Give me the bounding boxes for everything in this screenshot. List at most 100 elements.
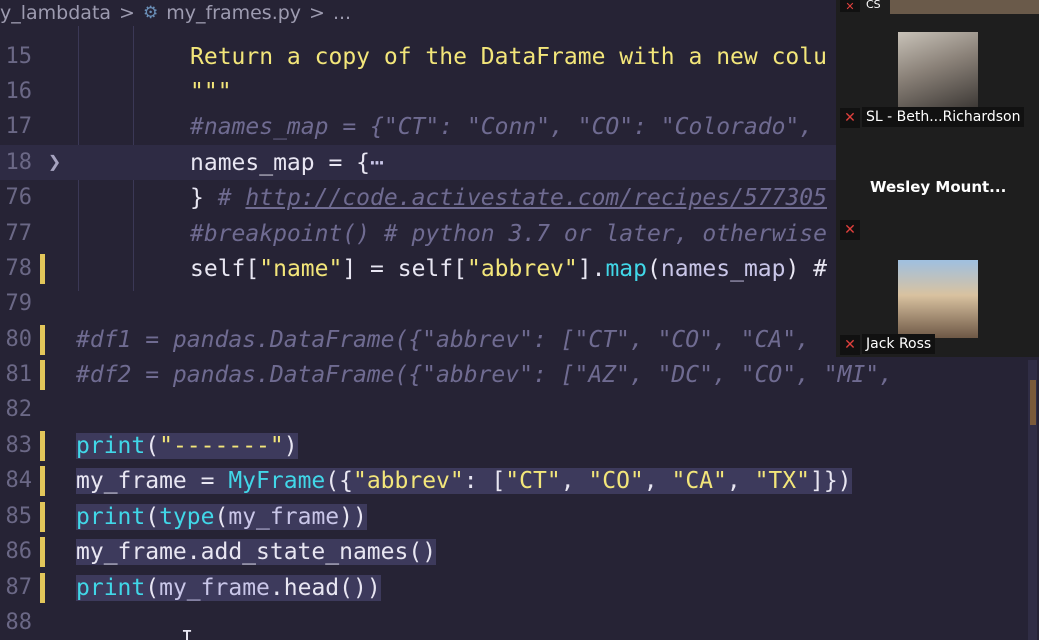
mic-muted-icon: ✕ <box>840 0 860 13</box>
code-token: , <box>726 467 755 494</box>
code-token: ( <box>214 503 229 530</box>
code-line[interactable]: 87 print(my_frame.head()) <box>0 570 1039 605</box>
code-token: head <box>283 574 340 601</box>
line-number: 88 <box>5 610 33 635</box>
code-token: type <box>159 503 215 530</box>
participant-name: SL - Beth...Richardson <box>862 107 1025 127</box>
code-token: ] = self[ <box>342 255 467 282</box>
code-token: ( <box>145 503 160 530</box>
code-token: ]}) <box>809 467 852 494</box>
code-line[interactable]: 88 <box>0 605 1039 640</box>
code-token: my_frame <box>159 574 270 601</box>
mic-muted-icon: ✕ <box>840 335 860 355</box>
code-text: """ <box>190 78 232 105</box>
code-token: , <box>643 467 672 494</box>
line-number: 87 <box>5 575 33 600</box>
mic-muted-icon: ✕ <box>840 220 860 240</box>
code-token: "abbrev" <box>466 255 578 282</box>
code-token: } <box>190 184 218 211</box>
modified-gutter-marker <box>40 253 45 284</box>
code-token: names_map = { <box>190 149 371 176</box>
code-token: ( <box>145 574 160 601</box>
code-text: my_frame = MyFrame({"abbrev": ["CT", "CO… <box>76 467 852 494</box>
fold-ellipsis[interactable]: ⋯ <box>370 150 384 176</box>
mic-muted-icon: ✕ <box>840 108 860 128</box>
video-participants-panel: ✕ CS ✕ SL - Beth...Richardson Wesley Mou… <box>836 0 1039 357</box>
code-line[interactable]: 83 print("-------") <box>0 428 1039 463</box>
participant-tile[interactable]: Wesley Mount... ✕ <box>836 128 1039 242</box>
code-text: Return a copy of the DataFrame with a ne… <box>190 43 827 70</box>
line-number: 79 <box>5 291 33 316</box>
code-token: "CA" <box>671 467 727 494</box>
line-number: 86 <box>5 539 33 564</box>
breadcrumb-more[interactable]: ... <box>333 2 351 24</box>
code-token: names_map <box>660 255 786 282</box>
participant-tile[interactable]: ✕ SL - Beth...Richardson <box>836 14 1039 128</box>
modified-gutter-marker <box>40 572 45 603</box>
line-number: 18 <box>5 150 33 175</box>
modified-gutter-marker <box>40 324 45 355</box>
breadcrumb-separator: > <box>309 2 325 24</box>
code-text: #df2 = pandas.DataFrame({"abbrev": ["AZ"… <box>76 361 893 388</box>
code-text: names_map = {⋯ <box>190 150 384 176</box>
participant-avatar <box>898 32 978 110</box>
modified-gutter-marker <box>40 465 45 496</box>
code-text: print(my_frame.head()) <box>76 574 381 601</box>
line-number: 85 <box>5 504 33 529</box>
code-token: () <box>408 538 437 565</box>
code-text: } # http://code.activestate.com/recipes/… <box>190 185 827 211</box>
text-cursor-ibeam-icon: I <box>181 626 194 640</box>
code-token: add_state_names <box>200 538 409 565</box>
fold-chevron-right-icon[interactable]: ❯ <box>48 150 61 175</box>
code-token: ()) <box>339 574 381 601</box>
line-number: 15 <box>5 44 33 69</box>
line-number: 17 <box>5 114 33 139</box>
code-token: ]. <box>577 255 606 282</box>
code-token: ( <box>647 255 661 282</box>
code-token: my_frame <box>228 503 340 530</box>
participant-tile[interactable]: ✕ Jack Ross <box>836 242 1039 357</box>
code-token: ) <box>283 432 298 459</box>
code-line[interactable]: 84 my_frame = MyFrame({"abbrev": ["CT", … <box>0 463 1039 498</box>
comment-link[interactable]: http://code.activestate.com/recipes/5773… <box>245 185 827 211</box>
code-token: print <box>76 432 146 459</box>
code-token: my_frame. <box>76 538 201 565</box>
code-token: ({ <box>325 467 353 494</box>
code-token: "name" <box>259 255 343 282</box>
code-text: print(type(my_frame)) <box>76 503 367 530</box>
code-token: "abbrev" <box>352 467 464 494</box>
code-token: self[ <box>190 255 260 282</box>
code-token: ( <box>145 432 160 459</box>
line-number: 82 <box>5 397 33 422</box>
breadcrumb-folder[interactable]: y_lambdata <box>0 2 111 24</box>
code-line[interactable]: 82 <box>0 392 1039 427</box>
participant-name: CS <box>866 0 881 11</box>
modified-gutter-marker <box>40 359 45 390</box>
participant-name: Wesley Mount... <box>870 178 1007 196</box>
participant-name: Jack Ross <box>862 334 936 354</box>
line-number: 77 <box>5 221 33 246</box>
code-token: "CO" <box>588 467 644 494</box>
code-token: MyFrame <box>228 467 326 494</box>
code-text: print("-------") <box>76 432 298 459</box>
code-line[interactable]: 81 #df2 = pandas.DataFrame({"abbrev": ["… <box>0 357 1039 392</box>
line-number: 80 <box>5 327 33 352</box>
code-token: print <box>76 574 146 601</box>
scrollbar-thumb[interactable] <box>1030 380 1036 425</box>
code-line[interactable]: 85 print(type(my_frame)) <box>0 499 1039 534</box>
code-text: #df1 = pandas.DataFrame({"abbrev": ["CT"… <box>76 326 810 353</box>
participant-tile-top[interactable]: ✕ CS <box>836 0 1039 14</box>
code-token: map <box>605 255 647 282</box>
line-number: 76 <box>5 185 33 210</box>
line-number: 83 <box>5 433 33 458</box>
code-line[interactable]: 86 my_frame.add_state_names() <box>0 534 1039 569</box>
code-token: . <box>269 574 284 601</box>
breadcrumb-file[interactable]: my_frames.py <box>166 2 301 24</box>
modified-gutter-marker <box>40 430 45 461</box>
participant-video-thumbnail <box>890 0 1039 14</box>
code-token: , <box>560 467 589 494</box>
line-number: 78 <box>5 256 33 281</box>
participant-avatar <box>898 260 978 338</box>
code-token: my_frame = <box>76 467 229 494</box>
code-token: : [ <box>463 467 506 494</box>
